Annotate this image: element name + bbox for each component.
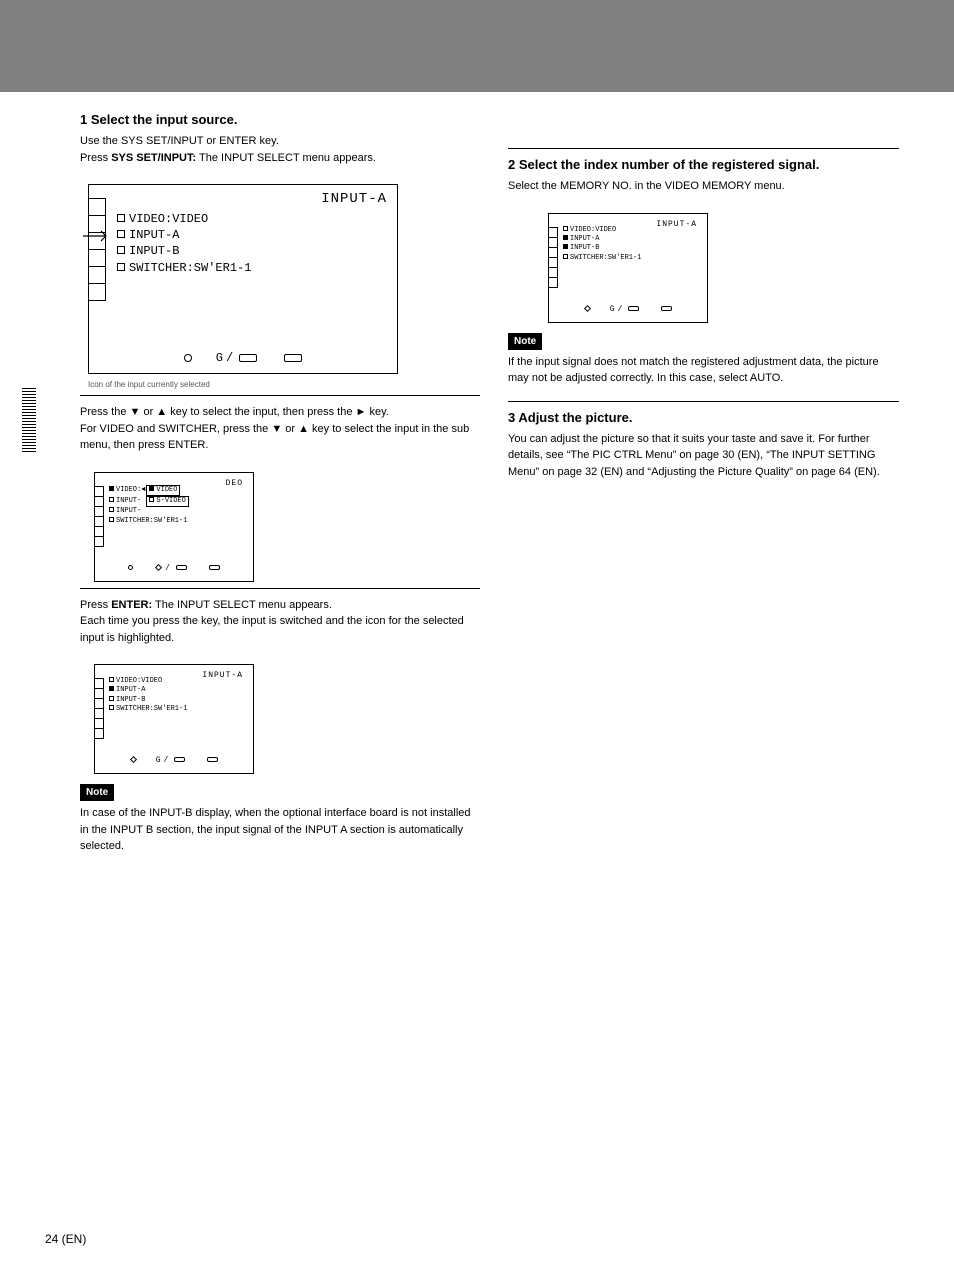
osd-row: INPUT-B — [116, 696, 145, 704]
nav-icon — [239, 354, 257, 362]
divider — [80, 395, 480, 396]
step-3-body: You can adjust the picture so that it su… — [508, 431, 899, 481]
nav-icon — [207, 757, 218, 762]
osd-bottom-icons: G/ — [89, 351, 397, 365]
osd-callout-label: Icon of the input currently selected — [88, 380, 480, 389]
step-1-substep-b: For VIDEO and SWITCHER, press the ▼ or ▲… — [80, 421, 480, 454]
osd-screenshot-small: INPUT-A VIDEO:VIDEO INPUT-A INPUT-B SWIT… — [94, 664, 254, 774]
nav-icon — [176, 565, 187, 570]
note-label: Note — [80, 784, 114, 801]
osd-row: SWITCHER:SW'ER1-1 — [570, 254, 641, 262]
nav-icon — [209, 565, 220, 570]
osd-title: INPUT-A — [321, 191, 387, 207]
osd-row: INPUT-A — [116, 686, 145, 694]
nav-icon — [174, 757, 185, 762]
popup-row: S-VIDEO — [156, 497, 185, 505]
callout-arrow — [83, 229, 111, 248]
popup-row: VIDEO — [156, 486, 177, 494]
osd-row: INPUT- — [116, 497, 141, 505]
nav-icon — [128, 565, 133, 570]
osd-row: VIDEO: — [116, 486, 141, 494]
step-2-heading: 2 Select the index number of the registe… — [508, 157, 899, 172]
note-block: Note — [80, 784, 480, 801]
osd-screenshot-large: INPUT-A VIDEO:VIDEO INPUT-A INPUT-B SWIT… — [88, 184, 398, 374]
header-band — [0, 0, 954, 92]
osd-bottom-icons: / — [95, 564, 253, 573]
osd-screenshot-small-popup: DEO VIDEO:◄VIDEO INPUT- S-VIDEO INPUT- S… — [94, 472, 254, 582]
step-1-body-b: Press SYS SET/INPUT: The INPUT SELECT me… — [80, 150, 480, 167]
nav-icon — [130, 756, 137, 763]
step-3-heading: 3 Adjust the picture. — [508, 410, 899, 425]
osd-menu-list: VIDEO:VIDEO INPUT-A INPUT-B SWITCHER:SW'… — [563, 226, 641, 264]
osd-screenshot-small: INPUT-A VIDEO:VIDEO INPUT-A INPUT-B SWIT… — [548, 213, 708, 323]
key-label: ENTER: — [111, 599, 152, 611]
osd-bottom-icons: G/ — [549, 305, 707, 314]
step-1-heading: 1 Select the input source. — [80, 112, 480, 127]
step-1-body-a: Use the SYS SET/INPUT or ENTER key. — [80, 133, 480, 150]
note-label: Note — [508, 333, 542, 350]
note-text: In case of the INPUT-B display, when the… — [80, 805, 480, 855]
osd-tab-stack — [88, 199, 106, 301]
page-content: 1 Select the input source. Use the SYS S… — [0, 92, 954, 855]
osd-title: DEO — [226, 479, 243, 488]
step-1-substep-a: Press the ▼ or ▲ key to select the input… — [80, 404, 480, 421]
divider — [80, 588, 480, 589]
osd-row: INPUT-B — [129, 244, 179, 258]
nav-icon — [184, 354, 192, 362]
press-enter-text: Press ENTER: The INPUT SELECT menu appea… — [80, 597, 480, 614]
text-suffix: The INPUT SELECT menu appears. — [155, 599, 332, 611]
osd-tab-stack — [94, 679, 104, 739]
osd-bottom-icons: G/ — [95, 756, 253, 765]
osd-menu-list: VIDEO:VIDEO INPUT-A INPUT-B SWITCHER:SW'… — [109, 677, 187, 715]
divider — [508, 148, 899, 149]
text-suffix: The INPUT SELECT menu appears. — [199, 152, 376, 164]
osd-row: SWITCHER:SW'ER1-1 — [129, 261, 251, 275]
key-label: SYS SET/INPUT: — [111, 152, 196, 164]
nav-icon — [584, 305, 591, 312]
left-column: 1 Select the input source. Use the SYS S… — [80, 112, 480, 855]
osd-row: INPUT-B — [570, 244, 599, 252]
right-column: 2 Select the index number of the registe… — [508, 112, 899, 855]
osd-tab-stack — [548, 228, 558, 288]
osd-menu-list: VIDEO:VIDEO INPUT-A INPUT-B SWITCHER:SW'… — [117, 211, 251, 276]
osd-menu-list: VIDEO:◄VIDEO INPUT- S-VIDEO INPUT- SWITC… — [109, 485, 189, 527]
osd-row: VIDEO:VIDEO — [129, 212, 208, 226]
osd-tab-stack — [94, 487, 104, 547]
nav-icon — [661, 306, 672, 311]
osd-row: SWITCHER:SW'ER1-1 — [116, 517, 187, 525]
osd-row: INPUT-A — [129, 228, 179, 242]
text-prefix: Press — [80, 152, 111, 164]
osd-row: INPUT-A — [570, 235, 599, 243]
osd-row: SWITCHER:SW'ER1-1 — [116, 705, 187, 713]
nav-icon — [284, 354, 302, 362]
text-prefix: Press — [80, 599, 111, 611]
divider — [508, 401, 899, 402]
osd-row: INPUT- — [116, 507, 141, 515]
press-enter-body-b: Each time you press the key, the input i… — [80, 613, 480, 646]
note-block: Note — [508, 333, 899, 350]
osd-title: INPUT-A — [656, 220, 697, 229]
page-number: 24 (EN) — [45, 1232, 86, 1246]
nav-icon — [155, 564, 162, 571]
nav-icon — [628, 306, 639, 311]
osd-row: VIDEO:VIDEO — [116, 677, 162, 685]
note-text: If the input signal does not match the r… — [508, 354, 899, 387]
osd-title: INPUT-A — [202, 671, 243, 680]
step-2-body: Select the MEMORY NO. in the VIDEO MEMOR… — [508, 178, 899, 195]
osd-row: VIDEO:VIDEO — [570, 226, 616, 234]
